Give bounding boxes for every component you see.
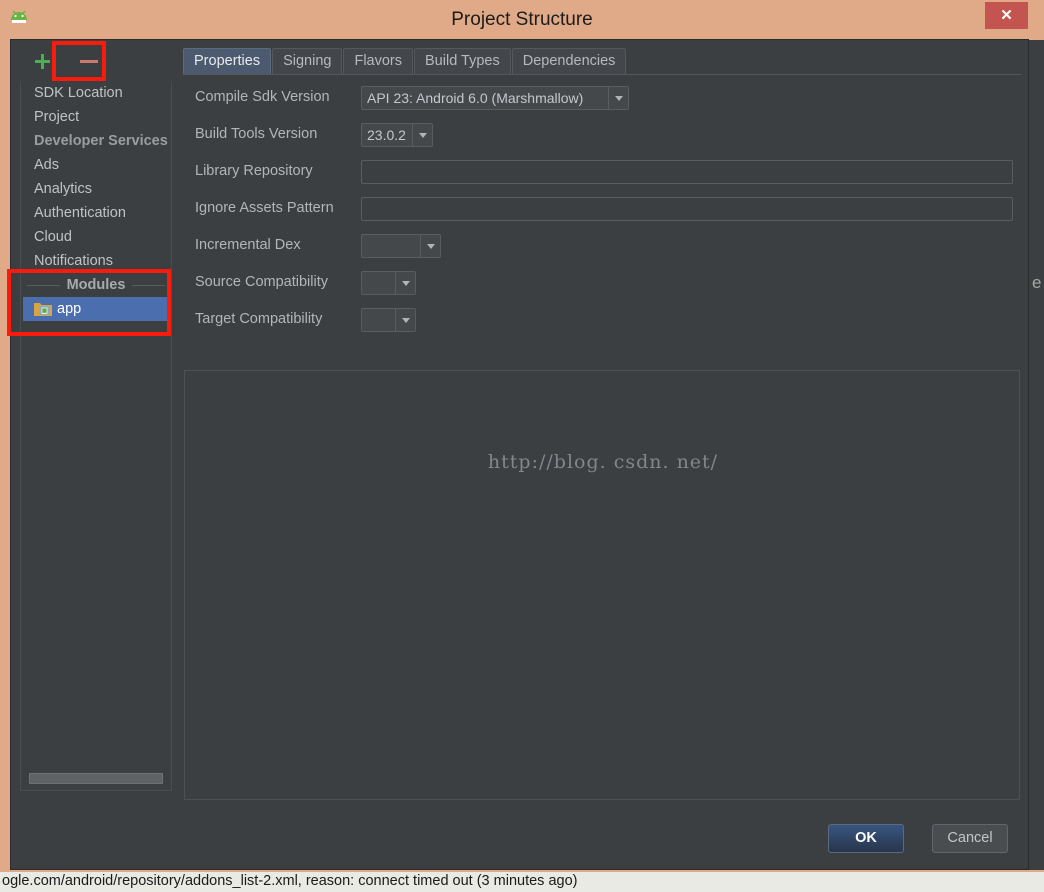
remove-module-icon[interactable] bbox=[80, 60, 98, 63]
background-right-panel bbox=[1029, 40, 1044, 870]
chevron-down-icon[interactable] bbox=[608, 87, 628, 109]
chevron-down-icon[interactable] bbox=[412, 124, 432, 146]
screen: e Project Structure ✕ SDK Location Proje… bbox=[0, 0, 1044, 892]
close-icon[interactable]: ✕ bbox=[985, 2, 1028, 29]
tab-underline bbox=[183, 74, 1021, 75]
target-compatibility-value bbox=[362, 309, 395, 331]
title-bar: Project Structure ✕ bbox=[0, 0, 1044, 39]
build-tools-version-value: 23.0.2 bbox=[367, 127, 406, 143]
sidebar-horizontal-scrollbar[interactable] bbox=[29, 773, 163, 784]
chevron-down-icon[interactable] bbox=[395, 309, 415, 331]
label-compile-sdk-version: Compile Sdk Version bbox=[195, 89, 330, 105]
window-title: Project Structure bbox=[451, 9, 593, 30]
sidebar-item-project[interactable]: Project bbox=[21, 105, 171, 129]
sidebar-list: SDK Location Project Developer Services … bbox=[20, 81, 172, 791]
label-build-tools-version: Build Tools Version bbox=[195, 126, 318, 142]
sidebar-toolbar bbox=[20, 41, 172, 81]
module-folder-icon bbox=[34, 300, 52, 316]
main-panel: Properties Signing Flavors Build Types D… bbox=[183, 48, 1021, 838]
ok-button[interactable]: OK bbox=[828, 824, 904, 853]
sidebar-group-label: Modules bbox=[59, 277, 133, 293]
content-panel: http://blog. csdn. net/ bbox=[184, 370, 1020, 800]
sidebar-item-notifications[interactable]: Notifications bbox=[21, 249, 171, 273]
background-status-text: ogle.com/android/repository/addons_list-… bbox=[0, 872, 1044, 892]
compile-sdk-version-value: API 23: Android 6.0 (Marshmallow) bbox=[367, 90, 584, 106]
properties-form: Compile Sdk Version API 23: Android 6.0 … bbox=[183, 81, 1021, 363]
sidebar-item-authentication[interactable]: Authentication bbox=[21, 201, 171, 225]
field-row-incremental-dex: Incremental Dex bbox=[183, 229, 1021, 266]
label-source-compatibility: Source Compatibility bbox=[195, 274, 328, 290]
ignore-assets-pattern-input[interactable] bbox=[361, 197, 1013, 221]
sidebar-item-app[interactable]: app bbox=[23, 297, 169, 321]
label-ignore-assets-pattern: Ignore Assets Pattern bbox=[195, 200, 334, 216]
sidebar: SDK Location Project Developer Services … bbox=[20, 41, 189, 801]
dialog-button-bar: OK Cancel bbox=[11, 807, 1030, 869]
field-row-library-repository: Library Repository bbox=[183, 155, 1021, 192]
label-target-compatibility: Target Compatibility bbox=[195, 311, 323, 327]
incremental-dex-value bbox=[362, 235, 420, 257]
background-edge-letter: e bbox=[1032, 272, 1044, 294]
tab-bar: Properties Signing Flavors Build Types D… bbox=[183, 48, 1021, 75]
target-compatibility-combo[interactable] bbox=[361, 308, 416, 332]
tab-build-types[interactable]: Build Types bbox=[414, 48, 511, 75]
label-library-repository: Library Repository bbox=[195, 163, 313, 179]
sidebar-item-sdk-location[interactable]: SDK Location bbox=[21, 81, 171, 105]
tab-signing[interactable]: Signing bbox=[272, 48, 343, 75]
field-row-build-tools-version: Build Tools Version 23.0.2 bbox=[183, 118, 1021, 155]
compile-sdk-version-combo[interactable]: API 23: Android 6.0 (Marshmallow) bbox=[361, 86, 629, 110]
sidebar-group-modules: Modules bbox=[21, 273, 171, 297]
tab-properties[interactable]: Properties bbox=[183, 48, 272, 75]
library-repository-input[interactable] bbox=[361, 160, 1013, 184]
sidebar-item-analytics[interactable]: Analytics bbox=[21, 177, 171, 201]
watermark-text: http://blog. csdn. net/ bbox=[487, 451, 719, 473]
tab-dependencies[interactable]: Dependencies bbox=[511, 48, 627, 75]
incremental-dex-combo[interactable] bbox=[361, 234, 441, 258]
build-tools-version-combo[interactable]: 23.0.2 bbox=[361, 123, 433, 147]
add-module-icon[interactable] bbox=[33, 52, 52, 71]
cancel-button[interactable]: Cancel bbox=[932, 824, 1008, 853]
tab-flavors[interactable]: Flavors bbox=[343, 48, 414, 75]
sidebar-item-cloud[interactable]: Cloud bbox=[21, 225, 171, 249]
sidebar-header-developer-services: Developer Services bbox=[34, 133, 168, 149]
field-row-target-compatibility: Target Compatibility bbox=[183, 303, 1021, 340]
sidebar-item-app-label: app bbox=[57, 301, 82, 317]
chevron-down-icon[interactable] bbox=[395, 272, 415, 294]
field-row-ignore-assets-pattern: Ignore Assets Pattern bbox=[183, 192, 1021, 229]
source-compatibility-value bbox=[362, 272, 395, 294]
label-incremental-dex: Incremental Dex bbox=[195, 237, 301, 253]
field-row-source-compatibility: Source Compatibility bbox=[183, 266, 1021, 303]
source-compatibility-combo[interactable] bbox=[361, 271, 416, 295]
field-row-compile-sdk-version: Compile Sdk Version API 23: Android 6.0 … bbox=[183, 81, 1021, 118]
chevron-down-icon[interactable] bbox=[420, 235, 440, 257]
sidebar-item-ads[interactable]: Ads bbox=[21, 153, 171, 177]
project-structure-dialog: SDK Location Project Developer Services … bbox=[10, 39, 1029, 870]
